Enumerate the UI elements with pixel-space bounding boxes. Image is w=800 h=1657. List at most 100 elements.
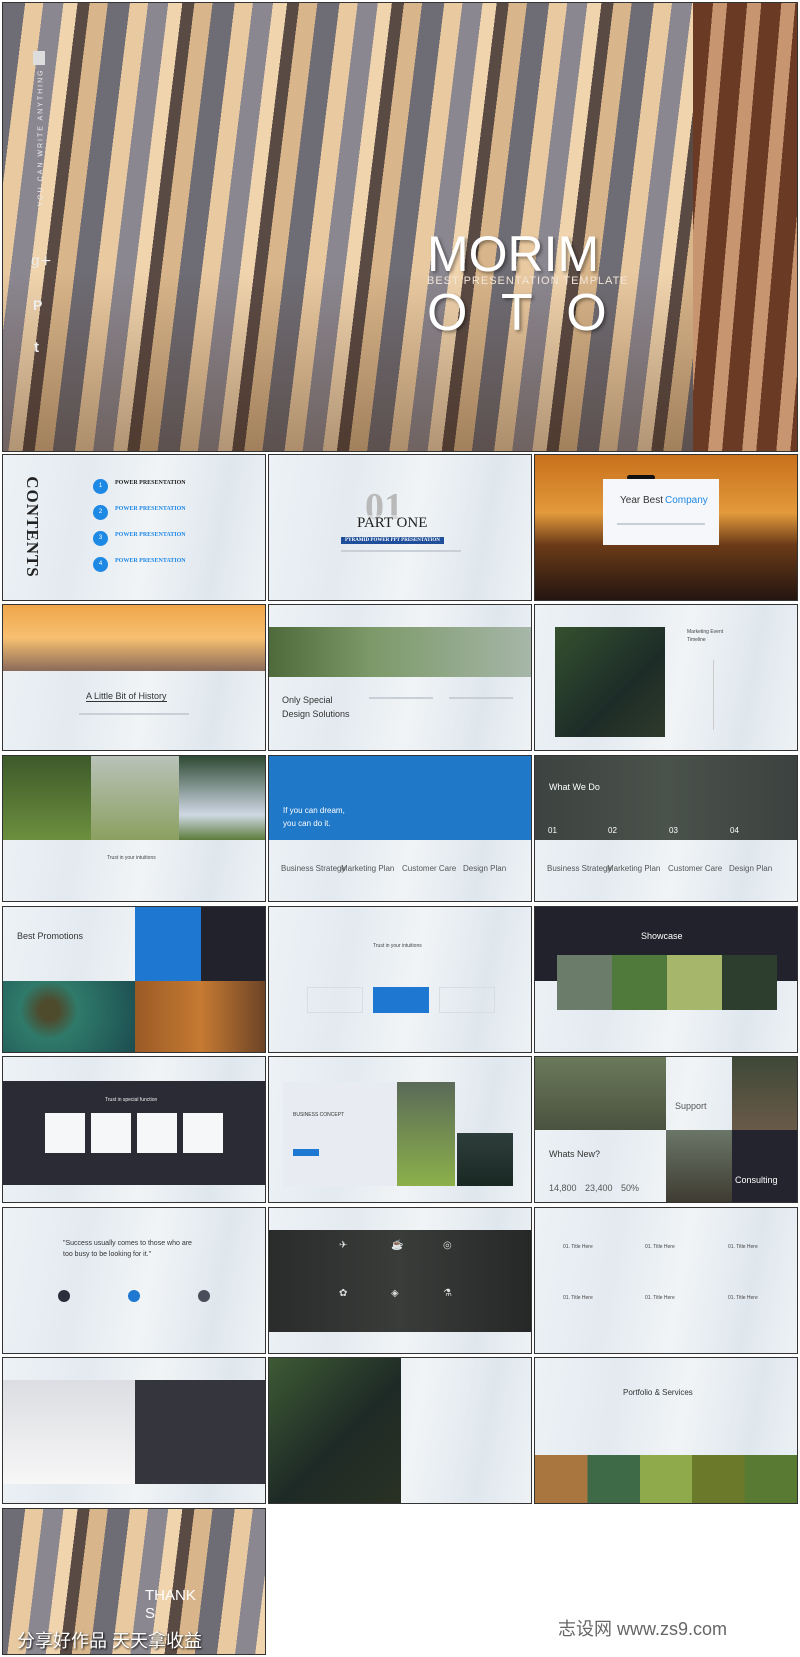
slide-timeline[interactable]: Marketing Event Timeline [534,604,798,751]
coffee-icon: ☕ [391,1240,404,1251]
slide-history[interactable]: A Little Bit of History [2,604,266,751]
service-label: Marketing Plan [607,864,661,873]
slide-dream[interactable]: If you can dream, you can do it. Busines… [268,755,532,902]
concept-button[interactable] [293,1149,319,1156]
stat-value: 23,400 [585,1183,613,1193]
photo-2 [91,756,179,840]
step-number: 02 [608,826,617,835]
slide-year-best[interactable]: Year Best Company [534,454,798,601]
whats-new-title: Whats New? [549,1149,601,1159]
design-title-1: Only Special [282,695,333,705]
kids-photo [397,1082,455,1186]
portfolio-photos [535,1455,797,1503]
step-number: 04 [730,826,739,835]
brain-icon: ✿ [339,1288,348,1299]
photo-3 [179,756,265,840]
part-banner: PYRAMID POWER PPT PRESENTATION [341,537,444,544]
contents-heading: CONTENTS [22,476,42,578]
slide-concept[interactable]: BUSINESS CONCEPT [268,1056,532,1203]
logo-square [33,51,45,65]
part-title: PART ONE [357,515,428,532]
slide-portfolio[interactable]: Portfolio & Services [534,1357,798,1504]
highlight-card[interactable] [373,987,429,1013]
dream-line-2: you can do it. [283,819,331,828]
trust-title: Trust in your intuitions [107,855,156,861]
service-label: Business Strategy [547,864,612,873]
what-title: What We Do [549,782,600,792]
slide-showcase[interactable]: Showcase [534,906,798,1053]
photo-1 [3,756,91,840]
tumblr-icon[interactable]: t [34,339,39,356]
slide-promotions[interactable]: Best Promotions [2,906,266,1053]
thanks-title-2: S [145,1605,156,1622]
slide-cliff-services[interactable] [268,1357,532,1504]
history-title: A Little Bit of History [86,691,167,702]
buffalo-photo [666,1130,732,1202]
title-line-2: O T O [427,284,617,342]
rocket-icon: ✈ [339,1240,348,1251]
title-card: Year Best Company [603,479,719,545]
slide-sleeping[interactable] [2,1357,266,1504]
service-label: Customer Care [668,864,723,873]
service-label: Design Plan [729,864,773,873]
google-plus-icon[interactable]: g+ [31,253,52,269]
title-item: 01. Title Here [728,1295,758,1301]
slide-icons-dark[interactable]: ✈ ☕ ◎ ✿ ◈ ⚗ [268,1207,532,1354]
special-title: Trust in special function [105,1097,158,1103]
step-number: 01 [548,826,557,835]
stat-value: 14,800 [549,1183,577,1193]
slide-whats-new[interactable]: Support Whats New? 14,800 23,400 50% Con… [534,1056,798,1203]
slide-special-function[interactable]: Trust in special function [2,1056,266,1203]
showcase-photos [557,955,777,1010]
target-icon: ◎ [443,1240,452,1251]
promotions-title: Best Promotions [17,931,84,941]
step-number: 03 [669,826,678,835]
showcase-title: Showcase [641,931,683,941]
dream-line-1: If you can dream, [283,806,345,815]
timeline-title-2: Timeline [687,637,706,643]
thanks-title: THANK [145,1587,196,1604]
cliff-photo [457,1133,513,1186]
island-photo [3,981,135,1052]
title-item: 01. Title Here [563,1295,593,1301]
bed-photo [3,1380,135,1484]
sunset-photo [3,605,265,671]
timeline-title-1: Marketing Event [687,629,724,635]
flask-icon: ⚗ [443,1288,452,1299]
slide-contents[interactable]: CONTENTS 1 POWER PRESENTATION 2 POWER PRES… [2,454,266,601]
cliff-photo [555,627,665,737]
pinterest-icon[interactable]: P [33,297,42,313]
service-label: Marketing Plan [341,864,395,873]
layers-icon: ◈ [391,1288,399,1299]
design-title-2: Design Solutions [282,709,350,719]
quote-line-1: "Success usually comes to those who are [63,1240,192,1247]
service-label: Business Strategy [281,864,346,873]
cliff-photo [269,1358,401,1503]
slide-thanks[interactable]: THANK S 分享好作品 天天拿收益 [2,1508,266,1655]
title-item: 01. Title Here [728,1244,758,1250]
title-item: 01. Title Here [645,1295,675,1301]
slide-cover[interactable]: YOU CAN WRITE ANYTHING g+ P t MORIM BEST… [2,2,798,452]
vertical-tagline: YOU CAN WRITE ANYTHING [37,68,45,207]
slide-titles[interactable]: 01. Title Here 01. Title Here 01. Title … [534,1207,798,1354]
watermark-left: 分享好作品 天天拿收益 [17,1631,202,1651]
tiger-photo [135,981,265,1052]
portfolio-title: Portfolio & Services [623,1388,693,1397]
consulting-label: Consulting [735,1175,778,1185]
service-label: Design Plan [463,864,507,873]
slide-quote[interactable]: "Success usually comes to those who are … [2,1207,266,1354]
slide-part-one[interactable]: 01 PART ONE PYRAMID POWER PPT PRESENTATI… [268,454,532,601]
slide-trust-1[interactable]: Trust in your intuitions [2,755,266,902]
slide-what-we-do[interactable]: What We Do 01 02 03 04 Business Strategy… [534,755,798,902]
support-label: Support [675,1101,707,1111]
concept-title: BUSINESS CONCEPT [293,1112,345,1118]
watermark-right: 志设网 www.zs9.com [558,1619,728,1639]
slide-design[interactable]: Only Special Design Solutions [268,604,532,751]
title-item: 01. Title Here [563,1244,593,1250]
stat-value: 50% [621,1183,640,1193]
title-item: 01. Title Here [645,1244,675,1250]
field-photo [269,627,531,677]
quote-line-2: too busy to be looking for it." [63,1251,152,1258]
slide-trust-2[interactable]: Trust in your intuitions [268,906,532,1053]
trust-title: Trust in your intuitions [373,943,422,949]
